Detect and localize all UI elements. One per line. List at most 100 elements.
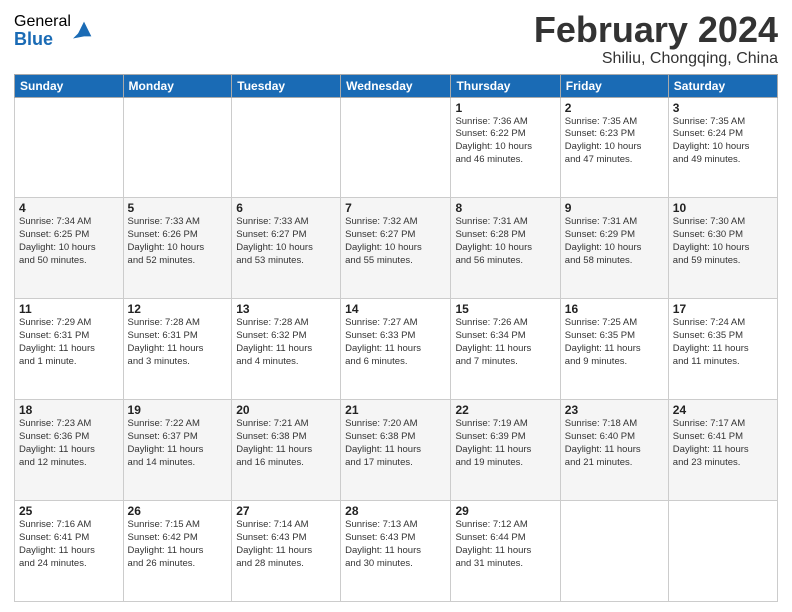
table-row: 9Sunrise: 7:31 AM Sunset: 6:29 PM Daylig… [560, 198, 668, 299]
day-number: 12 [128, 302, 228, 316]
day-info: Sunrise: 7:12 AM Sunset: 6:44 PM Dayligh… [455, 519, 555, 570]
day-number: 17 [673, 302, 773, 316]
day-number: 27 [236, 504, 336, 518]
table-row: 12Sunrise: 7:28 AM Sunset: 6:31 PM Dayli… [123, 299, 232, 400]
day-number: 8 [455, 201, 555, 215]
col-wednesday: Wednesday [341, 74, 451, 97]
calendar-week-row: 1Sunrise: 7:36 AM Sunset: 6:22 PM Daylig… [15, 97, 778, 198]
day-number: 1 [455, 101, 555, 115]
header: General Blue February 2024 Shiliu, Chong… [14, 10, 778, 68]
day-number: 14 [345, 302, 446, 316]
day-number: 13 [236, 302, 336, 316]
table-row: 16Sunrise: 7:25 AM Sunset: 6:35 PM Dayli… [560, 299, 668, 400]
table-row: 8Sunrise: 7:31 AM Sunset: 6:28 PM Daylig… [451, 198, 560, 299]
col-saturday: Saturday [668, 74, 777, 97]
day-number: 7 [345, 201, 446, 215]
logo-general: General [14, 14, 71, 30]
calendar-week-row: 25Sunrise: 7:16 AM Sunset: 6:41 PM Dayli… [15, 501, 778, 602]
day-info: Sunrise: 7:15 AM Sunset: 6:42 PM Dayligh… [128, 519, 228, 570]
day-info: Sunrise: 7:26 AM Sunset: 6:34 PM Dayligh… [455, 317, 555, 368]
day-info: Sunrise: 7:34 AM Sunset: 6:25 PM Dayligh… [19, 216, 119, 267]
table-row: 13Sunrise: 7:28 AM Sunset: 6:32 PM Dayli… [232, 299, 341, 400]
table-row [341, 97, 451, 198]
table-row: 6Sunrise: 7:33 AM Sunset: 6:27 PM Daylig… [232, 198, 341, 299]
day-info: Sunrise: 7:33 AM Sunset: 6:27 PM Dayligh… [236, 216, 336, 267]
day-info: Sunrise: 7:27 AM Sunset: 6:33 PM Dayligh… [345, 317, 446, 368]
day-number: 2 [565, 101, 664, 115]
day-number: 21 [345, 403, 446, 417]
day-info: Sunrise: 7:31 AM Sunset: 6:28 PM Dayligh… [455, 216, 555, 267]
day-info: Sunrise: 7:24 AM Sunset: 6:35 PM Dayligh… [673, 317, 773, 368]
table-row: 7Sunrise: 7:32 AM Sunset: 6:27 PM Daylig… [341, 198, 451, 299]
calendar-week-row: 4Sunrise: 7:34 AM Sunset: 6:25 PM Daylig… [15, 198, 778, 299]
table-row: 18Sunrise: 7:23 AM Sunset: 6:36 PM Dayli… [15, 400, 124, 501]
day-number: 22 [455, 403, 555, 417]
table-row: 21Sunrise: 7:20 AM Sunset: 6:38 PM Dayli… [341, 400, 451, 501]
day-number: 29 [455, 504, 555, 518]
day-number: 6 [236, 201, 336, 215]
day-number: 18 [19, 403, 119, 417]
col-monday: Monday [123, 74, 232, 97]
table-row: 26Sunrise: 7:15 AM Sunset: 6:42 PM Dayli… [123, 501, 232, 602]
table-row: 5Sunrise: 7:33 AM Sunset: 6:26 PM Daylig… [123, 198, 232, 299]
day-number: 23 [565, 403, 664, 417]
day-number: 24 [673, 403, 773, 417]
day-info: Sunrise: 7:18 AM Sunset: 6:40 PM Dayligh… [565, 418, 664, 469]
table-row: 20Sunrise: 7:21 AM Sunset: 6:38 PM Dayli… [232, 400, 341, 501]
col-friday: Friday [560, 74, 668, 97]
table-row: 10Sunrise: 7:30 AM Sunset: 6:30 PM Dayli… [668, 198, 777, 299]
day-info: Sunrise: 7:23 AM Sunset: 6:36 PM Dayligh… [19, 418, 119, 469]
day-info: Sunrise: 7:22 AM Sunset: 6:37 PM Dayligh… [128, 418, 228, 469]
day-number: 10 [673, 201, 773, 215]
day-info: Sunrise: 7:31 AM Sunset: 6:29 PM Dayligh… [565, 216, 664, 267]
day-number: 20 [236, 403, 336, 417]
table-row: 14Sunrise: 7:27 AM Sunset: 6:33 PM Dayli… [341, 299, 451, 400]
day-number: 3 [673, 101, 773, 115]
logo-icon [73, 18, 95, 40]
table-row: 11Sunrise: 7:29 AM Sunset: 6:31 PM Dayli… [15, 299, 124, 400]
table-row: 1Sunrise: 7:36 AM Sunset: 6:22 PM Daylig… [451, 97, 560, 198]
day-number: 16 [565, 302, 664, 316]
table-row: 28Sunrise: 7:13 AM Sunset: 6:43 PM Dayli… [341, 501, 451, 602]
day-number: 9 [565, 201, 664, 215]
day-number: 5 [128, 201, 228, 215]
day-info: Sunrise: 7:28 AM Sunset: 6:31 PM Dayligh… [128, 317, 228, 368]
table-row: 22Sunrise: 7:19 AM Sunset: 6:39 PM Dayli… [451, 400, 560, 501]
table-row: 19Sunrise: 7:22 AM Sunset: 6:37 PM Dayli… [123, 400, 232, 501]
day-number: 11 [19, 302, 119, 316]
col-tuesday: Tuesday [232, 74, 341, 97]
day-number: 19 [128, 403, 228, 417]
table-row: 4Sunrise: 7:34 AM Sunset: 6:25 PM Daylig… [15, 198, 124, 299]
day-number: 4 [19, 201, 119, 215]
table-row: 17Sunrise: 7:24 AM Sunset: 6:35 PM Dayli… [668, 299, 777, 400]
table-row: 29Sunrise: 7:12 AM Sunset: 6:44 PM Dayli… [451, 501, 560, 602]
day-info: Sunrise: 7:13 AM Sunset: 6:43 PM Dayligh… [345, 519, 446, 570]
title-block: February 2024 Shiliu, Chongqing, China [534, 10, 778, 68]
table-row: 15Sunrise: 7:26 AM Sunset: 6:34 PM Dayli… [451, 299, 560, 400]
table-row [560, 501, 668, 602]
calendar-week-row: 11Sunrise: 7:29 AM Sunset: 6:31 PM Dayli… [15, 299, 778, 400]
col-sunday: Sunday [15, 74, 124, 97]
table-row [668, 501, 777, 602]
table-row: 2Sunrise: 7:35 AM Sunset: 6:23 PM Daylig… [560, 97, 668, 198]
day-info: Sunrise: 7:16 AM Sunset: 6:41 PM Dayligh… [19, 519, 119, 570]
day-info: Sunrise: 7:29 AM Sunset: 6:31 PM Dayligh… [19, 317, 119, 368]
calendar-table: Sunday Monday Tuesday Wednesday Thursday… [14, 74, 778, 602]
day-info: Sunrise: 7:32 AM Sunset: 6:27 PM Dayligh… [345, 216, 446, 267]
month-title: February 2024 [534, 10, 778, 50]
day-info: Sunrise: 7:35 AM Sunset: 6:24 PM Dayligh… [673, 116, 773, 167]
table-row: 27Sunrise: 7:14 AM Sunset: 6:43 PM Dayli… [232, 501, 341, 602]
day-info: Sunrise: 7:19 AM Sunset: 6:39 PM Dayligh… [455, 418, 555, 469]
table-row [123, 97, 232, 198]
day-info: Sunrise: 7:33 AM Sunset: 6:26 PM Dayligh… [128, 216, 228, 267]
calendar-page: General Blue February 2024 Shiliu, Chong… [0, 0, 792, 612]
table-row: 3Sunrise: 7:35 AM Sunset: 6:24 PM Daylig… [668, 97, 777, 198]
table-row: 23Sunrise: 7:18 AM Sunset: 6:40 PM Dayli… [560, 400, 668, 501]
table-row [232, 97, 341, 198]
header-row: Sunday Monday Tuesday Wednesday Thursday… [15, 74, 778, 97]
day-info: Sunrise: 7:25 AM Sunset: 6:35 PM Dayligh… [565, 317, 664, 368]
logo-blue: Blue [14, 30, 71, 48]
day-info: Sunrise: 7:35 AM Sunset: 6:23 PM Dayligh… [565, 116, 664, 167]
logo: General Blue [14, 14, 95, 48]
col-thursday: Thursday [451, 74, 560, 97]
